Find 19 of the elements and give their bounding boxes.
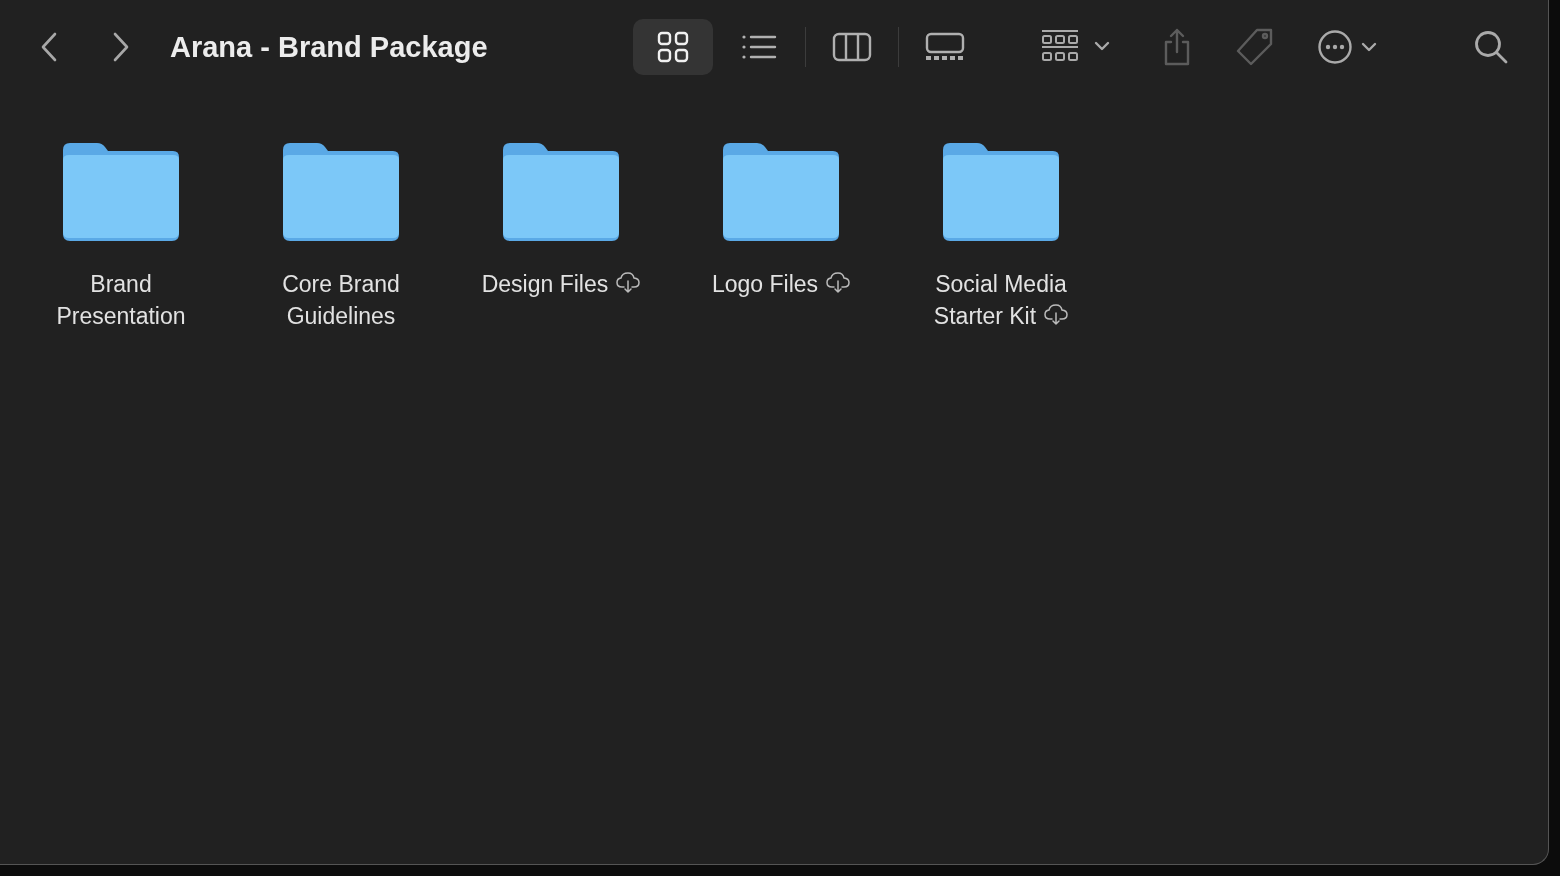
grid-icon bbox=[657, 31, 689, 63]
folder-icon[interactable] bbox=[501, 142, 621, 242]
folder-icon[interactable] bbox=[721, 142, 841, 242]
folder-icon[interactable] bbox=[61, 142, 181, 242]
folder-icon[interactable] bbox=[941, 142, 1061, 242]
list-icon bbox=[741, 33, 777, 61]
tag-button[interactable] bbox=[1235, 27, 1275, 67]
folder-name: Brand Presentation bbox=[56, 271, 186, 329]
folder-name: Logo Files bbox=[711, 271, 819, 297]
gallery-icon bbox=[925, 32, 965, 62]
folder-name: Design Files bbox=[481, 271, 609, 297]
folder-icon[interactable] bbox=[281, 142, 401, 242]
folder-name: Social Media Starter Kit bbox=[933, 271, 1067, 329]
folder-name: Core Brand Guidelines bbox=[282, 271, 400, 329]
window-title: Arana - Brand Package bbox=[170, 30, 489, 64]
search-button[interactable] bbox=[1473, 29, 1509, 65]
more-actions-button[interactable] bbox=[1317, 29, 1377, 65]
columns-icon bbox=[832, 32, 872, 62]
icons-view-button[interactable] bbox=[633, 19, 713, 75]
